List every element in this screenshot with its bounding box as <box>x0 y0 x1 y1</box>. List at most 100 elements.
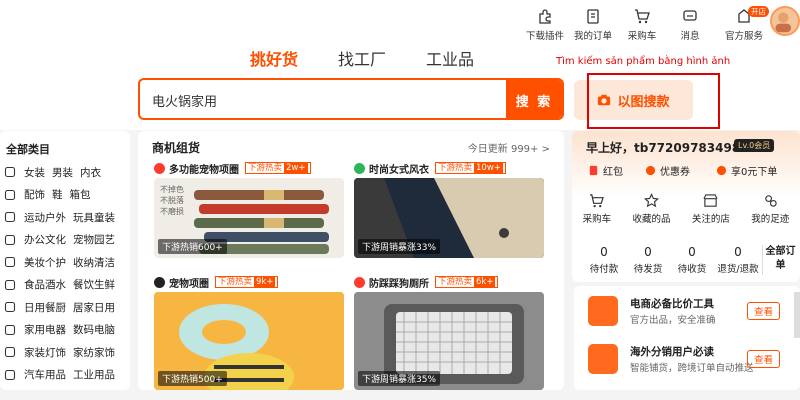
category-link[interactable]: 鞋 <box>52 187 63 202</box>
appliance-icon <box>4 324 16 335</box>
nav-my-orders[interactable]: 我的订单 <box>565 8 621 42</box>
product-card[interactable]: 时尚女式风衣 下游热卖 10w+ 下游周销暴涨33% <box>354 161 544 258</box>
quick-link-footprint[interactable]: 我的足迹 <box>751 193 789 225</box>
order-status-row: 0 待付款 0 待发货 0 待收货 0 退货/退款 全部订单 <box>572 245 800 275</box>
view-button[interactable]: 查看 <box>746 350 780 368</box>
perk-zero-order[interactable]: 享0元下单 <box>716 163 777 178</box>
card-caption: 下游周销暴涨33% <box>358 239 441 254</box>
perk-label: 红包 <box>603 167 623 178</box>
nav-official-service[interactable]: 开店 官方服务 <box>716 6 772 42</box>
category-link[interactable]: 汽车用品 <box>24 367 66 382</box>
order-count: 0 <box>600 245 608 259</box>
category-title: 全部类目 <box>6 143 50 156</box>
category-link[interactable]: 女装 <box>24 165 45 180</box>
tool-item[interactable]: 电商必备比价工具 官方出品，安全准确 查看 <box>588 292 794 332</box>
tool-item[interactable]: 海外分销用户必读 智能铺货，跨境订单自动推送 查看 <box>588 340 794 380</box>
category-link[interactable]: 餐饮生鲜 <box>73 277 115 292</box>
update-link[interactable]: 今日更新 999+ > <box>468 140 550 155</box>
category-link[interactable]: 食品酒水 <box>24 277 66 292</box>
category-link[interactable]: 男装 <box>52 165 73 180</box>
leaf-icon <box>354 162 365 174</box>
order-label: 待付款 <box>589 264 619 275</box>
tool-desc: 官方出品，安全准确 <box>630 315 716 326</box>
hot-tag-label: 下游热卖 <box>218 277 253 287</box>
all-orders-link[interactable]: 全部订单 <box>762 245 798 275</box>
card-caption: 下游热销600+ <box>158 239 227 254</box>
user-panel: 早上好，tb772097834983 Lv.0会员 红包 优惠券 享0元下单 采… <box>572 131 800 282</box>
clothing-icon <box>4 167 16 178</box>
category-row: 日用餐厨 居家日用 <box>0 296 130 319</box>
fire-icon <box>354 276 365 288</box>
hot-tag: 下游热卖 10w+ <box>435 162 506 174</box>
search-box[interactable]: 电火锅家用 搜 索 <box>138 78 564 120</box>
card-caption: 下游周销暴涨35% <box>358 371 441 386</box>
order-count: 0 <box>734 245 742 259</box>
tool-title: 电商必备比价工具 <box>630 298 714 310</box>
category-link[interactable]: 玩具童装 <box>73 210 115 225</box>
product-card[interactable]: 宠物项圈 下游热卖 9k+ 下游热销500+ <box>154 275 344 390</box>
category-link[interactable]: 工业用品 <box>73 367 115 382</box>
category-link[interactable]: 家纺家饰 <box>73 345 115 360</box>
perk-redpacket[interactable]: 红包 <box>588 163 623 178</box>
lamp-icon <box>4 347 16 358</box>
category-link[interactable]: 办公文化 <box>24 232 66 247</box>
product-card[interactable]: 多功能宠物项圈 下游热卖 2w+ 不掉色 不脱落 不磨损 下游热销600+ <box>154 161 344 258</box>
product-image: 不掉色 不脱落 不磨损 下游热销600+ <box>154 178 344 258</box>
order-pending-shipment[interactable]: 0 待发货 <box>626 245 670 275</box>
nav-label: 我的订单 <box>573 31 612 42</box>
quick-link-favorites[interactable]: 收藏的品 <box>633 193 671 225</box>
category-link[interactable]: 美妆个护 <box>24 255 66 270</box>
order-pending-payment[interactable]: 0 待付款 <box>582 245 626 275</box>
nav-label: 采购车 <box>627 31 657 42</box>
annotation-box <box>587 73 720 129</box>
annotation-text: Tìm kiếm sản phẩm bằng hình ảnh <box>556 56 731 67</box>
category-link[interactable]: 居家日用 <box>73 300 115 315</box>
quick-link-followed-shops[interactable]: 关注的店 <box>692 193 730 225</box>
search-input[interactable]: 电火锅家用 <box>152 91 217 110</box>
side-scroll-handle[interactable] <box>794 292 800 338</box>
tab-industrial[interactable]: 工业品 <box>426 46 474 70</box>
product-image: 下游热销500+ <box>154 292 344 390</box>
hot-title: 商机组货 <box>152 141 201 155</box>
sports-icon <box>4 212 16 223</box>
category-link[interactable]: 日用餐厨 <box>24 300 66 315</box>
search-button[interactable]: 搜 索 <box>506 80 562 118</box>
order-label: 待发货 <box>633 264 663 275</box>
quick-link-cart[interactable]: 采购车 <box>583 193 611 225</box>
redpacket-icon <box>589 165 598 176</box>
yen-icon <box>716 165 727 176</box>
main-tabs: 挑好货 找工厂 工业品 <box>250 46 514 70</box>
category-link[interactable]: 家装灯饰 <box>24 345 66 360</box>
nav-label: 下载插件 <box>525 31 564 42</box>
tab-good-products[interactable]: 挑好货 <box>250 46 298 70</box>
category-link[interactable]: 宠物园艺 <box>73 232 115 247</box>
category-link[interactable]: 箱包 <box>70 187 91 202</box>
cart-icon <box>590 194 605 208</box>
nav-messages[interactable]: 消息 <box>662 8 718 42</box>
category-link[interactable]: 配饰 <box>24 187 45 202</box>
card-title: 时尚女式风衣 <box>369 164 429 176</box>
category-panel: 全部类目 女装 男装 内衣配饰鞋箱包 运动户外 玩具童装 办公文化 宠物园艺 美妆个护 收纳清洁… <box>0 131 130 390</box>
beauty-icon <box>4 257 16 268</box>
card-title-row: 宠物项圈 下游热卖 9k+ <box>154 275 344 290</box>
view-button[interactable]: 查看 <box>746 302 780 320</box>
tab-find-factory[interactable]: 找工厂 <box>338 46 386 70</box>
product-card[interactable]: 防踩踩狗厕所 下游热卖 6k+ 下游周销暴涨35% <box>354 275 544 390</box>
avatar[interactable] <box>770 6 800 36</box>
share-icon <box>588 344 618 374</box>
order-refund[interactable]: 0 退货/退款 <box>714 245 762 275</box>
car-icon <box>4 369 16 380</box>
footprint-icon <box>765 195 777 207</box>
category-link[interactable]: 运动户外 <box>24 210 66 225</box>
category-link[interactable]: 家用电器 <box>24 322 66 337</box>
order-pending-receipt[interactable]: 0 待收货 <box>670 245 714 275</box>
fire-icon <box>154 162 165 174</box>
category-link[interactable]: 收纳清洁 <box>73 255 115 270</box>
perk-coupon[interactable]: 优惠券 <box>645 163 690 178</box>
nav-label: 消息 <box>680 31 700 42</box>
perk-row: 红包 优惠券 享0元下单 <box>572 163 800 178</box>
category-link[interactable]: 数码电脑 <box>73 322 115 337</box>
category-link[interactable]: 内衣 <box>80 165 101 180</box>
order-count: 0 <box>688 245 696 259</box>
cart-icon <box>635 9 650 24</box>
